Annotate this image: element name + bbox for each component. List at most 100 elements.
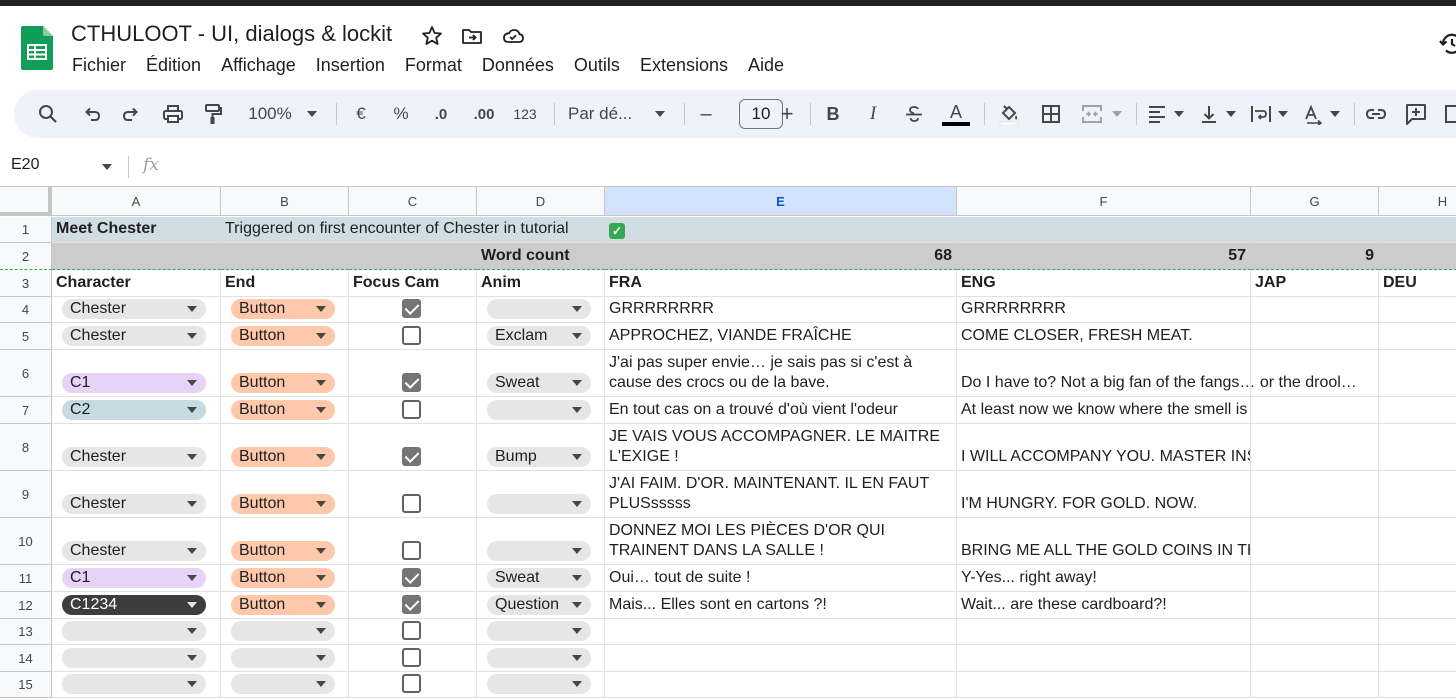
cloud-status-icon[interactable] bbox=[501, 24, 525, 48]
paint-format-icon[interactable] bbox=[199, 90, 227, 138]
row-header-1[interactable]: 1 bbox=[0, 217, 52, 243]
italic-button[interactable]: I bbox=[863, 90, 883, 138]
end-dropdown[interactable]: Button bbox=[231, 595, 335, 615]
cell-c2[interactable] bbox=[349, 243, 477, 270]
anim-cell[interactable]: Bump bbox=[477, 424, 605, 471]
anim-cell[interactable] bbox=[477, 619, 605, 645]
eng-cell[interactable]: I'M HUNGRY. FOR GOLD. NOW. bbox=[957, 471, 1251, 518]
eng-cell[interactable]: I WILL ACCOMPANY YOU. MASTER INSISTS. bbox=[957, 424, 1251, 471]
row-header-8[interactable]: 8 bbox=[0, 424, 52, 471]
row-header-14[interactable]: 14 bbox=[0, 645, 52, 672]
character-cell[interactable] bbox=[52, 619, 221, 645]
focus-cam-checkbox[interactable] bbox=[402, 621, 421, 640]
row-header-6[interactable]: 6 bbox=[0, 350, 52, 397]
jap-cell[interactable] bbox=[1251, 565, 1379, 592]
cell-b1[interactable]: Triggered on first encounter of Chester … bbox=[221, 217, 605, 243]
end-cell[interactable]: Button bbox=[221, 397, 349, 424]
redo-icon[interactable] bbox=[117, 90, 145, 138]
fra-cell[interactable]: J'ai pas super envie… je sais pas si c'e… bbox=[605, 350, 957, 397]
fra-cell[interactable]: Oui… tout de suite ! bbox=[605, 565, 957, 592]
fra-cell[interactable]: Mais... Elles sont en cartons ?! bbox=[605, 592, 957, 619]
character-cell[interactable] bbox=[52, 672, 221, 698]
row-header-4[interactable]: 4 bbox=[0, 297, 52, 323]
end-dropdown[interactable]: Button bbox=[231, 400, 335, 420]
column-title-g[interactable]: JAP bbox=[1251, 270, 1379, 297]
fra-cell[interactable] bbox=[605, 672, 957, 698]
valign-chevron-down-icon[interactable] bbox=[1224, 90, 1238, 138]
anim-dropdown[interactable]: Sweat bbox=[487, 373, 591, 393]
decrease-decimal-button[interactable]: .0 bbox=[428, 90, 454, 138]
focus-cam-checkbox[interactable] bbox=[402, 595, 421, 614]
focus-cam-cell[interactable] bbox=[349, 471, 477, 518]
percent-format-button[interactable]: % bbox=[390, 90, 412, 138]
deu-cell[interactable] bbox=[1379, 565, 1456, 592]
rotation-chevron-down-icon[interactable] bbox=[1328, 90, 1342, 138]
insert-link-icon[interactable] bbox=[1363, 90, 1389, 138]
end-dropdown[interactable]: Button bbox=[231, 373, 335, 393]
row-header-11[interactable]: 11 bbox=[0, 565, 52, 592]
word-count-jap[interactable]: 9 bbox=[1251, 243, 1379, 270]
borders-icon[interactable] bbox=[1038, 90, 1064, 138]
eng-cell[interactable] bbox=[957, 672, 1251, 698]
jap-cell[interactable] bbox=[1251, 424, 1379, 471]
anim-cell[interactable]: Exclam bbox=[477, 323, 605, 350]
end-cell[interactable]: Button bbox=[221, 350, 349, 397]
cell-h1[interactable] bbox=[1379, 217, 1456, 243]
focus-cam-checkbox[interactable] bbox=[402, 568, 421, 587]
menu-edition[interactable]: Édition bbox=[136, 52, 211, 78]
insert-chart-icon[interactable] bbox=[1441, 90, 1456, 138]
row-header-13[interactable]: 13 bbox=[0, 619, 52, 645]
jap-cell[interactable] bbox=[1251, 397, 1379, 424]
column-title-b[interactable]: End bbox=[221, 270, 349, 297]
zoom-select[interactable]: 100% bbox=[242, 90, 298, 138]
eng-cell[interactable]: GRRRRRRRR bbox=[957, 297, 1251, 323]
cell-h2[interactable] bbox=[1379, 243, 1456, 270]
search-menus-icon[interactable] bbox=[34, 90, 62, 138]
end-dropdown[interactable] bbox=[231, 674, 335, 694]
end-dropdown[interactable]: Button bbox=[231, 568, 335, 588]
character-dropdown[interactable]: C1 bbox=[62, 373, 206, 393]
deu-cell[interactable] bbox=[1379, 297, 1456, 323]
anim-cell[interactable] bbox=[477, 397, 605, 424]
eng-cell[interactable] bbox=[957, 619, 1251, 645]
character-dropdown[interactable]: Chester bbox=[62, 447, 206, 467]
anim-dropdown[interactable]: Exclam bbox=[487, 326, 591, 346]
eng-cell[interactable]: Y-Yes... right away! bbox=[957, 565, 1251, 592]
wrap-chevron-down-icon[interactable] bbox=[1276, 90, 1290, 138]
anim-dropdown[interactable]: Sweat bbox=[487, 568, 591, 588]
vertical-align-icon[interactable] bbox=[1197, 90, 1221, 138]
row-header-3[interactable]: 3 bbox=[0, 270, 52, 297]
deu-cell[interactable] bbox=[1379, 645, 1456, 672]
cell-e1[interactable]: ✓ bbox=[605, 217, 957, 243]
eng-cell[interactable]: Wait... are these cardboard?! bbox=[957, 592, 1251, 619]
anim-dropdown[interactable] bbox=[487, 299, 591, 319]
deu-cell[interactable] bbox=[1379, 592, 1456, 619]
menu-format[interactable]: Format bbox=[395, 52, 472, 78]
currency-format-button[interactable]: € bbox=[350, 90, 372, 138]
focus-cam-checkbox[interactable] bbox=[402, 326, 421, 345]
focus-cam-cell[interactable] bbox=[349, 424, 477, 471]
deu-cell[interactable] bbox=[1379, 350, 1456, 397]
move-to-folder-icon[interactable] bbox=[460, 24, 484, 48]
jap-cell[interactable] bbox=[1251, 323, 1379, 350]
cell-a1[interactable]: Meet Chester bbox=[52, 217, 221, 243]
end-dropdown[interactable]: Button bbox=[231, 326, 335, 346]
number-format-button[interactable]: 123 bbox=[510, 90, 540, 138]
end-cell[interactable] bbox=[221, 619, 349, 645]
column-header-e[interactable]: E bbox=[605, 187, 957, 216]
jap-cell[interactable] bbox=[1251, 619, 1379, 645]
eng-cell[interactable]: COME CLOSER, FRESH MEAT. bbox=[957, 323, 1251, 350]
focus-cam-cell[interactable] bbox=[349, 565, 477, 592]
character-cell[interactable]: Chester bbox=[52, 518, 221, 565]
focus-cam-cell[interactable] bbox=[349, 672, 477, 698]
fra-cell[interactable]: DONNEZ MOI LES PIÈCES D'OR QUI TRAINENT … bbox=[605, 518, 957, 565]
column-title-e[interactable]: FRA bbox=[605, 270, 957, 297]
increase-font-size-button[interactable]: + bbox=[776, 90, 798, 138]
anim-cell[interactable] bbox=[477, 518, 605, 565]
anim-cell[interactable]: Sweat bbox=[477, 565, 605, 592]
eng-cell[interactable]: At least now we know where the smell is … bbox=[957, 397, 1251, 424]
end-dropdown[interactable]: Button bbox=[231, 494, 335, 514]
text-color-button[interactable]: A bbox=[940, 90, 972, 138]
end-cell[interactable]: Button bbox=[221, 518, 349, 565]
menu-extensions[interactable]: Extensions bbox=[630, 52, 738, 78]
